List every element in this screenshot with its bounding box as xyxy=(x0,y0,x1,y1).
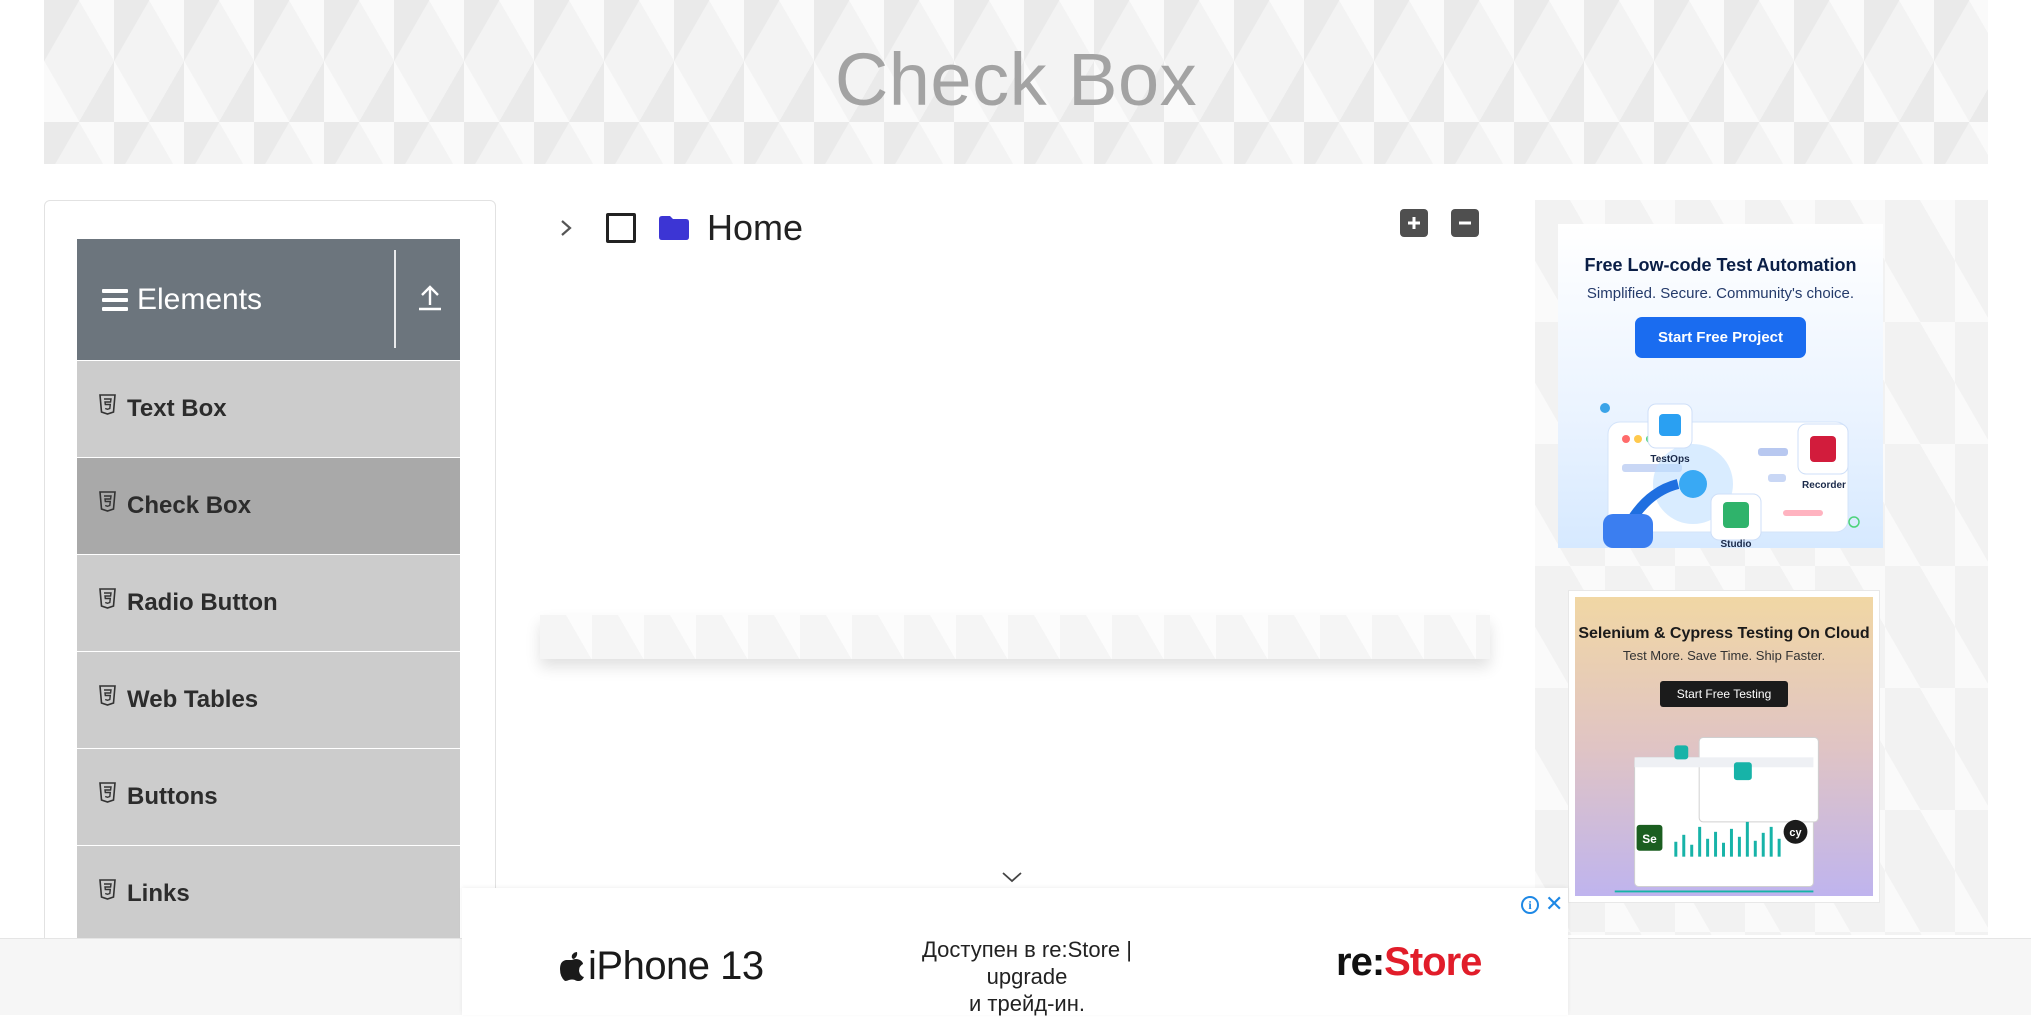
bottom-sticky-ad[interactable]: iPhone 13 Доступен в re:Store | upgrade … xyxy=(462,872,1568,1017)
menu-item-web-tables[interactable]: Web Tables xyxy=(77,652,460,749)
ad-subtitle: Simplified. Secure. Community's choice. xyxy=(1586,285,1855,302)
expand-all-button[interactable] xyxy=(1400,209,1428,237)
testops-badge-label: TestOps xyxy=(1650,454,1690,465)
page-header-banner: Check Box xyxy=(44,0,1988,164)
right-ad-column: Free Low-code Test Automation Simplified… xyxy=(1535,200,1988,935)
html5-icon xyxy=(99,878,116,900)
html5-icon xyxy=(99,684,116,706)
plus-icon xyxy=(1408,217,1420,229)
menu-item-buttons[interactable]: Buttons xyxy=(77,749,460,846)
menu-item-label: Buttons xyxy=(127,783,218,810)
brand-suffix: Store xyxy=(1384,940,1482,984)
collapse-all-button[interactable] xyxy=(1451,209,1479,237)
elements-group-header[interactable]: Elements xyxy=(77,239,460,360)
start-free-testing-button[interactable]: Start Free Testing xyxy=(1660,681,1788,707)
tree-node-home: Home xyxy=(556,204,803,252)
elements-menu-list: Text Box Check Box Radio Button Web Tabl… xyxy=(77,361,460,943)
restore-logo: re:Store xyxy=(1336,940,1482,985)
svg-text:cy: cy xyxy=(1789,827,1801,839)
html5-icon xyxy=(99,393,116,415)
ad-subtitle: Test More. Save Time. Ship Faster. xyxy=(1622,648,1826,663)
ad-tagline-line1: Доступен в re:Store | upgrade xyxy=(922,937,1132,989)
menu-item-label: Text Box xyxy=(127,395,227,422)
html5-icon xyxy=(99,587,116,609)
start-free-project-button[interactable]: Start Free Project xyxy=(1635,317,1806,358)
menu-item-label: Check Box xyxy=(127,492,252,519)
collapse-up-icon[interactable] xyxy=(417,283,443,311)
recorder-badge-label: Recorder xyxy=(1802,480,1846,491)
ad-dashboard-illustration: Se cy xyxy=(1614,736,1819,893)
left-navigation-panel: Elements Text Box Check Box Radio Button… xyxy=(44,200,496,960)
menu-icon xyxy=(102,288,128,311)
menu-item-label: Links xyxy=(127,880,190,907)
menu-item-check-box[interactable]: Check Box xyxy=(77,458,460,555)
ad-info-icon[interactable]: i xyxy=(1521,896,1539,914)
brand-prefix: re: xyxy=(1336,940,1385,984)
header-divider xyxy=(394,250,396,348)
svg-text:Se: Se xyxy=(1642,832,1657,846)
chevron-right-icon[interactable] xyxy=(556,216,576,240)
ad-tagline: Доступен в re:Store | upgrade и трейд-ин… xyxy=(882,936,1172,1017)
html5-icon xyxy=(99,490,116,512)
menu-item-radio-button[interactable]: Radio Button xyxy=(77,555,460,652)
chevron-down-icon[interactable] xyxy=(1000,870,1024,884)
ad-illustration: TestOps Recorder Studio xyxy=(1600,403,1860,548)
folder-icon xyxy=(659,216,689,240)
elements-group-title: Elements xyxy=(137,282,263,316)
home-checkbox[interactable] xyxy=(606,213,636,243)
ad-headline: Free Low-code Test Automation xyxy=(1584,255,1857,275)
ad-tagline-line2: и трейд-ин. xyxy=(969,991,1085,1016)
result-area xyxy=(540,615,1490,659)
ad-headline: Selenium & Cypress Testing On Cloud xyxy=(1578,625,1870,642)
menu-item-label: Radio Button xyxy=(127,589,278,616)
menu-item-links[interactable]: Links xyxy=(77,846,460,943)
tree-node-label[interactable]: Home xyxy=(707,207,803,249)
lambdatest-ad-banner[interactable]: Selenium & Cypress Testing On Cloud Test… xyxy=(1568,590,1880,903)
ad-close-icon[interactable]: ✕ xyxy=(1545,893,1563,915)
menu-item-text-box[interactable]: Text Box xyxy=(77,361,460,458)
minus-icon xyxy=(1459,221,1471,225)
apple-logo-icon xyxy=(560,952,584,981)
page-title: Check Box xyxy=(834,37,1198,121)
ad-product-name: iPhone 13 xyxy=(588,944,764,988)
studio-badge-label: Studio xyxy=(1720,539,1751,548)
menu-item-label: Web Tables xyxy=(127,686,259,713)
katalon-ad-banner[interactable]: Free Low-code Test Automation Simplified… xyxy=(1558,224,1883,548)
html5-icon xyxy=(99,781,116,803)
